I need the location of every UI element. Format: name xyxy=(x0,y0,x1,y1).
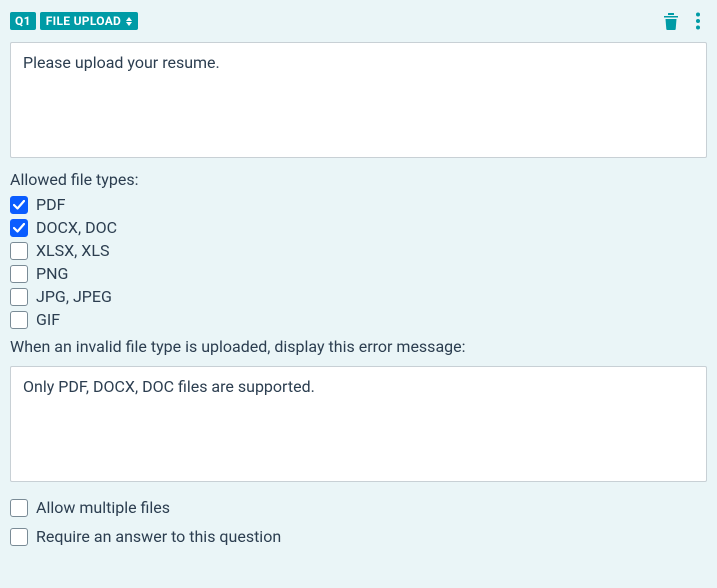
file-type-option[interactable]: JPG, JPEG xyxy=(10,287,707,306)
question-header: Q1 FILE UPLOAD xyxy=(10,10,707,32)
file-type-label: JPG, JPEG xyxy=(36,287,112,306)
require-answer-option[interactable]: Require an answer to this question xyxy=(10,527,707,546)
option-label: Require an answer to this question xyxy=(36,527,281,546)
header-badges: Q1 FILE UPLOAD xyxy=(10,12,138,30)
checkbox[interactable] xyxy=(10,196,28,214)
trash-icon xyxy=(663,12,679,30)
allowed-types-label: Allowed file types: xyxy=(10,170,707,189)
file-type-option[interactable]: XLSX, XLS xyxy=(10,241,707,260)
allow-multiple-option[interactable]: Allow multiple files xyxy=(10,498,707,517)
question-editor: Q1 FILE UPLOAD xyxy=(0,0,717,566)
checkbox[interactable] xyxy=(10,311,28,329)
error-message-label: When an invalid file type is uploaded, d… xyxy=(10,337,707,356)
question-options: Allow multiple files Require an answer t… xyxy=(10,498,707,546)
question-text-input[interactable] xyxy=(10,42,707,158)
file-type-label: PDF xyxy=(36,195,65,214)
file-type-option[interactable]: PNG xyxy=(10,264,707,283)
error-message-input[interactable] xyxy=(10,366,707,482)
delete-button[interactable] xyxy=(661,10,681,32)
question-type-label: FILE UPLOAD xyxy=(46,14,121,28)
sort-icon xyxy=(126,17,132,26)
checkbox[interactable] xyxy=(10,242,28,260)
file-type-label: DOCX, DOC xyxy=(36,218,117,237)
check-icon xyxy=(13,200,25,210)
file-type-option[interactable]: GIF xyxy=(10,310,707,329)
checkbox[interactable] xyxy=(10,528,28,546)
checkbox[interactable] xyxy=(10,219,28,237)
file-type-list: PDF DOCX, DOC XLSX, XLS PNG JPG, JPEG GIF xyxy=(10,195,707,329)
option-label: Allow multiple files xyxy=(36,498,170,517)
file-type-label: XLSX, XLS xyxy=(36,241,109,260)
check-icon xyxy=(13,223,25,233)
checkbox[interactable] xyxy=(10,288,28,306)
checkbox[interactable] xyxy=(10,499,28,517)
question-type-selector[interactable]: FILE UPLOAD xyxy=(40,12,138,30)
file-type-option[interactable]: PDF xyxy=(10,195,707,214)
more-options-button[interactable] xyxy=(693,10,703,32)
checkbox[interactable] xyxy=(10,265,28,283)
file-type-option[interactable]: DOCX, DOC xyxy=(10,218,707,237)
question-number-badge: Q1 xyxy=(10,12,36,30)
kebab-icon xyxy=(695,12,701,30)
file-type-label: PNG xyxy=(36,264,68,283)
header-actions xyxy=(661,10,707,32)
file-type-label: GIF xyxy=(36,310,60,329)
